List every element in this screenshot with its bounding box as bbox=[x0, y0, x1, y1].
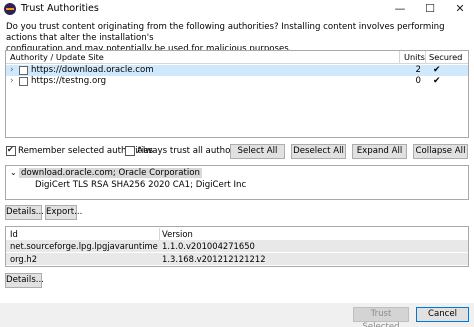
certificate-tree[interactable]: ⌄ download.oracle.com; Oracle Corporatio… bbox=[5, 165, 469, 200]
select-all-button[interactable]: Select All bbox=[230, 144, 285, 159]
chevron-down-icon[interactable]: ⌄ bbox=[10, 168, 17, 178]
column-header-authority[interactable]: Authority / Update Site bbox=[10, 52, 104, 63]
authority-units: 2 bbox=[415, 65, 421, 75]
expand-all-button[interactable]: Expand All bbox=[352, 144, 407, 159]
title-bar: Trust Authorities — ☐ ✕ bbox=[0, 0, 474, 18]
unit-row[interactable]: org.h2 1.3.168.v201212121212 bbox=[6, 253, 468, 265]
certificate-root[interactable]: download.oracle.com; Oracle Corporation bbox=[19, 168, 202, 178]
column-separator[interactable] bbox=[425, 51, 426, 63]
trust-selected-button[interactable]: Trust Selected bbox=[353, 307, 409, 327]
column-header-version[interactable]: Version bbox=[162, 228, 193, 240]
column-header-secured[interactable]: Secured bbox=[429, 52, 462, 63]
checkmark-icon: ✔ bbox=[433, 76, 441, 86]
minimize-button[interactable]: — bbox=[386, 0, 414, 18]
unit-row[interactable]: net.sourceforge.lpg.lpgjavaruntime 1.1.0… bbox=[6, 240, 468, 252]
export-button[interactable]: Export... bbox=[45, 205, 82, 220]
authorities-table-header: Authority / Update Site Units Secured bbox=[6, 51, 468, 64]
collapse-all-button[interactable]: Collapse All bbox=[413, 144, 468, 159]
prompt-line-1: Do you trust content originating from th… bbox=[6, 22, 445, 43]
column-header-id[interactable]: Id bbox=[10, 228, 18, 240]
unit-id: org.h2 bbox=[10, 254, 38, 264]
unit-version: 1.3.168.v201212121212 bbox=[162, 254, 266, 264]
maximize-button[interactable]: ☐ bbox=[416, 0, 444, 18]
authority-site: https://testng.org bbox=[31, 76, 107, 86]
authority-site: https://download.oracle.com bbox=[31, 65, 154, 75]
unit-id: net.sourceforge.lpg.lpgjavaruntime bbox=[10, 241, 158, 251]
unit-details-button[interactable]: Details... bbox=[5, 273, 44, 288]
units-table-header: Id Version bbox=[6, 228, 468, 240]
certificate-child[interactable]: DigiCert TLS RSA SHA256 2020 CA1; DigiCe… bbox=[35, 180, 246, 190]
always-trust-checkbox[interactable] bbox=[125, 146, 135, 156]
checkmark-icon: ✔ bbox=[433, 65, 441, 75]
remember-authorities-checkbox[interactable] bbox=[6, 145, 16, 156]
authority-checkbox[interactable] bbox=[19, 66, 28, 75]
units-table[interactable]: Id Version net.sourceforge.lpg.lpgjavaru… bbox=[5, 226, 469, 267]
unit-version: 1.1.0.v201004271650 bbox=[162, 241, 255, 251]
authority-checkbox[interactable] bbox=[19, 77, 28, 86]
eclipse-icon bbox=[4, 3, 16, 15]
column-separator[interactable] bbox=[399, 51, 400, 63]
cancel-button[interactable]: Cancel bbox=[416, 307, 469, 322]
authority-row[interactable]: › https://download.oracle.com 2 ✔ bbox=[6, 65, 468, 76]
authority-units: 0 bbox=[415, 76, 421, 86]
details-button[interactable]: Details... bbox=[5, 205, 44, 220]
authority-row[interactable]: › https://testng.org 0 ✔ bbox=[6, 76, 468, 87]
chevron-right-icon[interactable]: › bbox=[10, 76, 14, 87]
column-separator[interactable] bbox=[159, 228, 160, 240]
column-header-units[interactable]: Units bbox=[404, 52, 425, 63]
close-button[interactable]: ✕ bbox=[446, 0, 474, 18]
authorities-table[interactable]: Authority / Update Site Units Secured › … bbox=[5, 50, 469, 138]
chevron-right-icon[interactable]: › bbox=[10, 65, 14, 76]
window-title: Trust Authorities bbox=[21, 3, 99, 14]
deselect-all-button[interactable]: Deselect All bbox=[291, 144, 346, 159]
